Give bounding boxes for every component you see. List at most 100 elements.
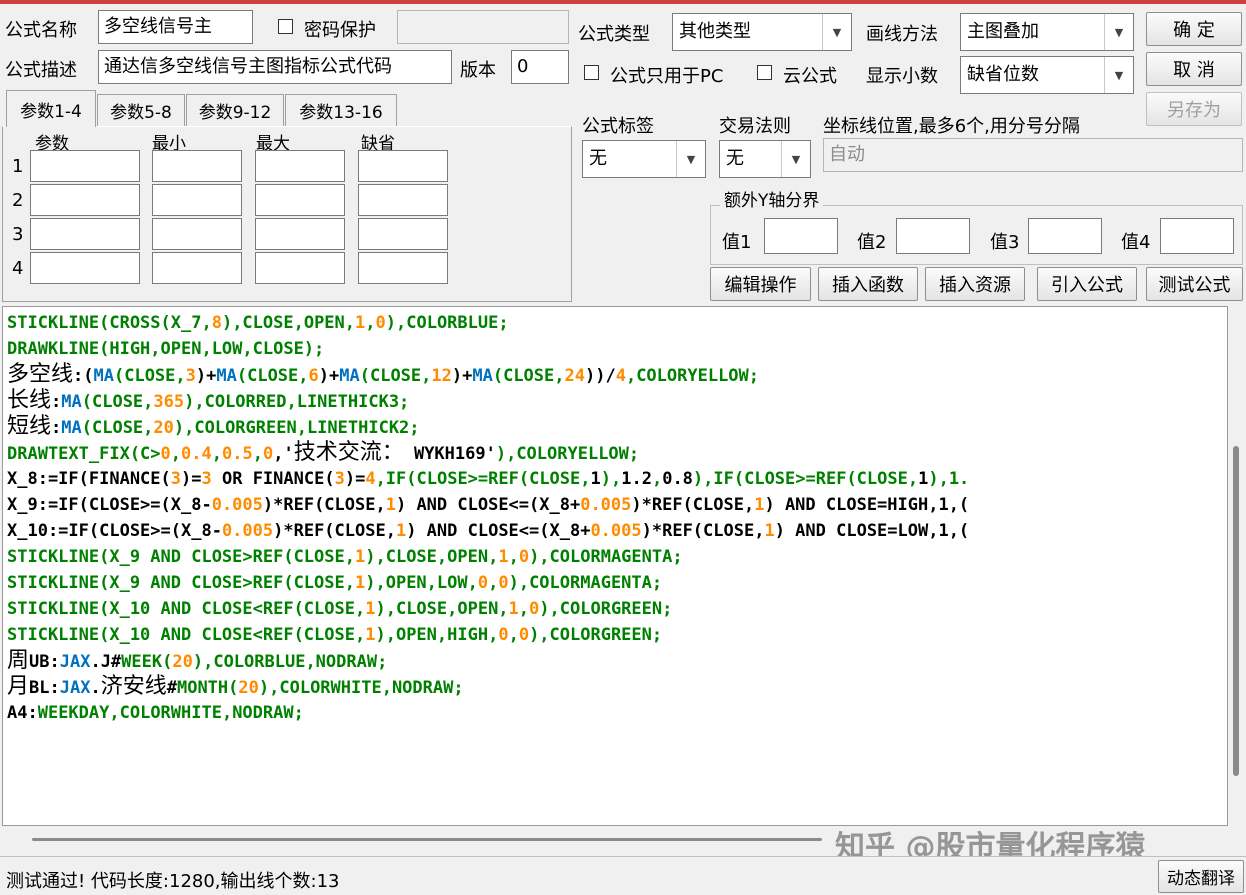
code-token: ,	[365, 313, 376, 333]
version-input[interactable]: 0	[511, 50, 569, 84]
code-line: STICKLINE(X_10 AND CLOSE<REF(CLOSE,1),OP…	[7, 622, 662, 648]
formula-name-input[interactable]: 多空线信号主	[98, 10, 253, 44]
code-line: DRAWKLINE(HIGH,OPEN,LOW,CLOSE);	[7, 336, 324, 362]
code-token: 0.005	[580, 495, 632, 515]
code-token: 1	[355, 313, 366, 333]
tag-select[interactable]: 无 ▼	[582, 140, 706, 178]
formula-type-label: 公式类型	[578, 24, 650, 45]
cancel-button[interactable]: 取 消	[1146, 52, 1242, 86]
code-token: (	[228, 678, 239, 698]
param-input[interactable]	[358, 184, 448, 216]
param-input[interactable]	[358, 218, 448, 250]
code-token: 0	[498, 625, 509, 645]
code-token: ),COLORGREEN;	[529, 625, 663, 645]
rule-select[interactable]: 无 ▼	[719, 140, 811, 178]
pc-only-checkbox[interactable]	[584, 65, 599, 80]
formula-type-select[interactable]: 其他类型 ▼	[672, 13, 852, 51]
chevron-down-icon[interactable]: ▼	[676, 141, 705, 177]
code-token: ),COLORMAGENTA;	[508, 573, 663, 593]
decimals-select[interactable]: 缺省位数 ▼	[960, 56, 1134, 94]
tab-params-5-8[interactable]: 参数5-8	[97, 94, 185, 126]
param-input[interactable]	[255, 218, 345, 250]
dynamic-translate-button[interactable]: 动态翻译	[1158, 860, 1244, 893]
code-token: ),COLORYELLOW;	[495, 444, 640, 464]
param-input[interactable]	[255, 252, 345, 284]
code-token: 短线	[7, 414, 52, 439]
code-line: DRAWTEXT_FIX(C>0,0.4,0.5,0,'技术交流： WYKH16…	[7, 440, 639, 467]
chevron-down-icon[interactable]: ▼	[822, 14, 851, 50]
code-token: 0.8	[662, 469, 693, 489]
code-line: STICKLINE(X_9 AND CLOSE>REF(CLOSE,1),OPE…	[7, 570, 662, 596]
draw-method-select[interactable]: 主图叠加 ▼	[960, 13, 1134, 51]
edit-operation-button[interactable]: 编辑操作	[710, 267, 811, 301]
chevron-down-icon[interactable]: ▼	[1104, 57, 1133, 93]
status-text: 测试通过! 代码长度:1280,输出线个数:13	[6, 871, 340, 892]
code-token: 月	[7, 674, 30, 699]
param-input[interactable]	[152, 218, 242, 250]
code-editor[interactable]: STICKLINE(CROSS(X_7,8),CLOSE,OPEN,1,0),C…	[2, 306, 1228, 826]
extra-value-input[interactable]	[764, 218, 838, 254]
ok-button[interactable]: 确 定	[1146, 12, 1242, 46]
code-line: 多空线:(MA(CLOSE,3)+MA(CLOSE,6)+MA(CLOSE,12…	[7, 362, 759, 389]
scroll-thumb[interactable]	[1233, 446, 1239, 776]
code-token: 3	[185, 366, 196, 386]
code-line: X_8:=IF(FINANCE(3)=3 OR FINANCE(3)=4,IF(…	[7, 466, 969, 492]
test-formula-button[interactable]: 测试公式	[1146, 267, 1243, 301]
code-token: WEEKDAY	[37, 703, 110, 723]
extra-value-input[interactable]	[896, 218, 970, 254]
param-input[interactable]	[152, 184, 242, 216]
insert-resource-button[interactable]: 插入资源	[925, 267, 1025, 301]
formula-desc-input[interactable]: 通达信多空线信号主图指标公式代码	[98, 50, 452, 84]
code-token: ),CLOSE,OPEN,	[365, 547, 499, 567]
param-row-label: 1	[12, 156, 24, 177]
code-token: (CLOSE,	[492, 366, 565, 386]
tab-params-13-16[interactable]: 参数13-16	[285, 94, 397, 126]
param-input[interactable]	[30, 252, 140, 284]
import-formula-button[interactable]: 引入公式	[1037, 267, 1137, 301]
code-token: ,'	[273, 444, 294, 464]
code-token: OR FINANCE(	[211, 469, 335, 489]
code-token: 20	[153, 418, 174, 438]
cloud-label: 云公式	[783, 66, 837, 87]
code-token: JAX	[59, 652, 91, 672]
code-token: ),OPEN,LOW,	[365, 573, 478, 593]
param-input[interactable]	[30, 150, 140, 182]
chevron-down-icon[interactable]: ▼	[1104, 14, 1133, 50]
code-token: ,IF(CLOSE>=REF(CLOSE,	[375, 469, 591, 489]
code-token: A4:	[7, 703, 38, 723]
param-input[interactable]	[152, 150, 242, 182]
scroll-thumb[interactable]	[32, 838, 822, 841]
code-token: ),COLORRED,LINETHICK3;	[184, 392, 410, 412]
code-token: 0.4	[181, 444, 212, 464]
code-token: (CLOSE,	[359, 366, 432, 386]
param-input[interactable]	[358, 252, 448, 284]
decimals-value: 缺省位数	[967, 64, 1039, 85]
insert-function-button[interactable]: 插入函数	[818, 267, 918, 301]
param-input[interactable]	[255, 184, 345, 216]
tab-params-1-4[interactable]: 参数1-4	[6, 90, 96, 127]
code-token: 1	[385, 495, 396, 515]
code-token: #	[166, 678, 177, 698]
code-token: BL:	[29, 678, 60, 698]
vertical-scrollbar[interactable]	[1228, 306, 1245, 852]
code-token: MA	[93, 366, 114, 386]
code-token: MA	[472, 366, 493, 386]
password-checkbox[interactable]	[278, 19, 293, 34]
param-input[interactable]	[255, 150, 345, 182]
param-input[interactable]	[358, 150, 448, 182]
code-line: 周UB:JAX.J#WEEK(20),COLORBLUE,NODRAW;	[7, 648, 387, 675]
param-input[interactable]	[30, 218, 140, 250]
tab-params-9-12[interactable]: 参数9-12	[186, 94, 284, 126]
chevron-down-icon[interactable]: ▼	[781, 141, 810, 177]
code-token: 1	[355, 573, 366, 593]
param-input[interactable]	[152, 252, 242, 284]
extra-value-input[interactable]	[1028, 218, 1102, 254]
code-line: STICKLINE(CROSS(X_7,8),CLOSE,OPEN,1,0),C…	[7, 310, 509, 336]
param-input[interactable]	[30, 184, 140, 216]
cloud-checkbox[interactable]	[757, 65, 772, 80]
code-token: ),COLORBLUE;	[385, 313, 509, 333]
extra-value-input[interactable]	[1160, 218, 1234, 254]
code-token: ),OPEN,HIGH,	[375, 625, 499, 645]
code-token: )*REF(CLOSE,	[273, 521, 396, 541]
code-token: 0	[498, 573, 509, 593]
